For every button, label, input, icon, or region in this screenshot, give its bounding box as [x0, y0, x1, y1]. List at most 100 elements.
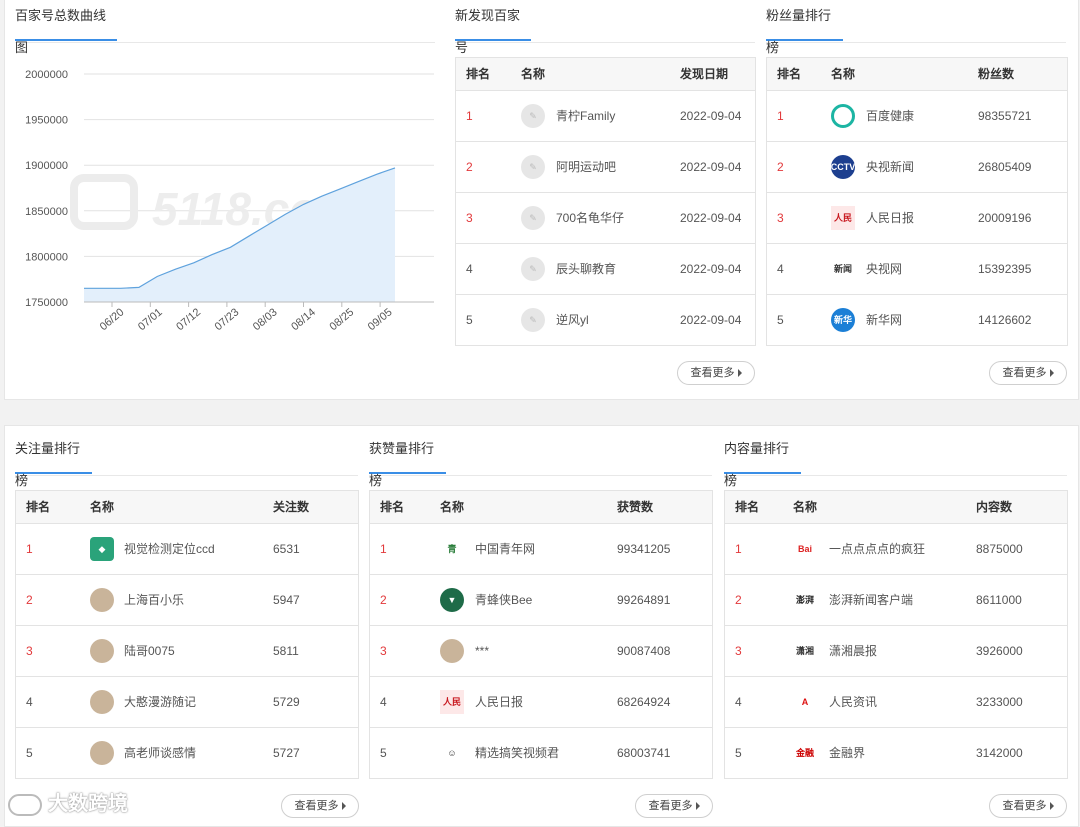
table-header: 排名 名称 获赞数: [370, 491, 712, 524]
account-name-link[interactable]: 人民日报: [475, 677, 523, 727]
chart-section: 百家号总数曲线图: [15, 0, 435, 55]
header-rank: 排名: [466, 67, 491, 81]
table-row[interactable]: 3 人民 人民日报 20009196: [767, 193, 1067, 244]
chart-x-axis: 06/20 07/01 07/12 07/23 08/03 08/14 08/25 09/05: [84, 301, 434, 333]
play-arrow-icon: [737, 369, 742, 378]
table-row[interactable]: 1 青 中国青年网 99341205: [370, 524, 712, 575]
like-rank-section: 获赞量排行榜: [369, 433, 712, 488]
account-name-link[interactable]: 青柠Family: [556, 91, 615, 141]
header-rank: 排名: [735, 500, 760, 514]
table-row[interactable]: 4 A 人民资讯 3233000: [725, 677, 1067, 728]
default-avatar-icon: ✎: [521, 104, 545, 128]
new-discover-more-button[interactable]: 查看更多: [677, 361, 755, 385]
table-row[interactable]: 4 新闻 央视网 15392395: [767, 244, 1067, 295]
peoples-daily-logo: 人民: [831, 206, 855, 230]
header-name: 名称: [440, 500, 465, 514]
table-row[interactable]: 1 ◆ 视觉检测定位ccd 6531: [16, 524, 358, 575]
rank-number: 1: [777, 109, 784, 123]
account-name-link[interactable]: ***: [475, 626, 489, 676]
table-row[interactable]: 2 CCTV 央视新闻 26805409: [767, 142, 1067, 193]
table-row[interactable]: 3 潇湘 潇湘晨报 3926000: [725, 626, 1067, 677]
table-row[interactable]: 5 ☺ 精选搞笑视频君 68003741: [370, 728, 712, 778]
table-row[interactable]: 2 澎湃 澎湃新闻客户端 8611000: [725, 575, 1067, 626]
account-name-link[interactable]: 央视网: [866, 244, 902, 294]
header-rank: 排名: [777, 67, 802, 81]
thepaper-logo: 澎湃: [793, 588, 817, 612]
y-tick-label: 1850000: [25, 206, 68, 218]
header-metric: 关注数: [273, 500, 310, 514]
fans-rank-more-button[interactable]: 查看更多: [989, 361, 1067, 385]
x-tick-label: 08/03: [251, 306, 280, 333]
table-row[interactable]: 4 人民 人民日报 68264924: [370, 677, 712, 728]
metric-value: 5729: [273, 695, 300, 709]
table-row[interactable]: 3 陆哥0075 5811: [16, 626, 358, 677]
account-name-link[interactable]: 潇湘晨报: [829, 626, 877, 676]
table-row[interactable]: 2 ▼ 青蜂侠Bee 99264891: [370, 575, 712, 626]
metric-value: 68003741: [617, 746, 671, 760]
account-name-link[interactable]: 陆哥0075: [124, 626, 175, 676]
account-name-link[interactable]: 一点点点点的疯狂: [829, 524, 925, 574]
rank-number: 3: [777, 211, 784, 225]
account-name-link[interactable]: 辰头聊教育: [556, 244, 616, 294]
table-row[interactable]: 3 ✎ 700名龟华仔 2022-09-04: [456, 193, 755, 244]
content-rank-more-button[interactable]: 查看更多: [989, 794, 1067, 818]
rank-number: 4: [26, 695, 33, 709]
like-rank-table: 排名 名称 获赞数 1 青 中国青年网 99341205 2 ▼ 青蜂侠Bee …: [369, 490, 713, 779]
account-name-link[interactable]: 精选搞笑视频君: [475, 728, 559, 778]
account-name-link[interactable]: 澎湃新闻客户端: [829, 575, 913, 625]
total-count-chart: 2000000 1950000 1900000 1850000 1800000 17500…: [25, 69, 434, 333]
rank-number: 1: [466, 109, 473, 123]
account-name-link[interactable]: 金融界: [829, 728, 865, 778]
watermark-logo-icon: [8, 793, 42, 816]
metric-value: 99341205: [617, 542, 671, 556]
account-name-link[interactable]: 逆风yl: [556, 295, 589, 345]
table-row[interactable]: 5 金融 金融界 3142000: [725, 728, 1067, 778]
account-name-link[interactable]: 人民日报: [866, 193, 914, 243]
follow-rank-more-button[interactable]: 查看更多: [281, 794, 359, 818]
x-tick-label: 07/01: [136, 306, 165, 333]
table-row[interactable]: 1 ✎ 青柠Family 2022-09-04: [456, 91, 755, 142]
table-row[interactable]: 5 ✎ 逆风yl 2022-09-04: [456, 295, 755, 345]
account-name-link[interactable]: 阿明运动吧: [556, 142, 616, 192]
table-row[interactable]: 4 大憨漫游随记 5729: [16, 677, 358, 728]
account-name-link[interactable]: 700名龟华仔: [556, 193, 624, 243]
rank-number: 1: [26, 542, 33, 556]
table-row[interactable]: 1 百度健康 98355721: [767, 91, 1067, 142]
account-name-link[interactable]: 青蜂侠Bee: [475, 575, 532, 625]
account-name-link[interactable]: 人民资讯: [829, 677, 877, 727]
cartoon-avatar-icon: ☺: [440, 741, 464, 765]
cctv-news-logo: CCTV: [831, 155, 855, 179]
table-row[interactable]: 1 Bai 一点点点点的疯狂 8875000: [725, 524, 1067, 575]
table-row[interactable]: 5 新华 新华网 14126602: [767, 295, 1067, 345]
metric-value: 26805409: [978, 160, 1032, 174]
account-name-link[interactable]: 新华网: [866, 295, 902, 345]
vision-logo: ◆: [90, 537, 114, 561]
account-name-link[interactable]: 央视新闻: [866, 142, 914, 192]
table-row[interactable]: 5 高老师谈感情 5727: [16, 728, 358, 778]
metric-value: 15392395: [978, 262, 1032, 276]
xiaoxiang-logo: 潇湘: [793, 639, 817, 663]
avatar-icon: [90, 588, 114, 612]
account-name-link[interactable]: 视觉检测定位ccd: [124, 524, 215, 574]
table-row[interactable]: 4 ✎ 辰头聊教育 2022-09-04: [456, 244, 755, 295]
y-tick-label: 1750000: [25, 297, 68, 309]
account-name-link[interactable]: 上海百小乐: [124, 575, 184, 625]
account-name-link[interactable]: 中国青年网: [475, 524, 535, 574]
default-avatar-icon: ✎: [521, 206, 545, 230]
metric-value: 8611000: [976, 593, 1022, 607]
metric-value: 3142000: [976, 746, 1023, 760]
table-row[interactable]: 2 上海百小乐 5947: [16, 575, 358, 626]
account-name-link[interactable]: 大憨漫游随记: [124, 677, 196, 727]
avatar-icon: [90, 741, 114, 765]
cctv-net-logo: 新闻: [831, 257, 855, 281]
table-row[interactable]: 3 *** 90087408: [370, 626, 712, 677]
y-tick-label: 1800000: [25, 251, 68, 263]
account-name-link[interactable]: 高老师谈感情: [124, 728, 196, 778]
account-name-link[interactable]: 百度健康: [866, 91, 914, 141]
avatar-icon: [90, 690, 114, 714]
table-row[interactable]: 2 ✎ 阿明运动吧 2022-09-04: [456, 142, 755, 193]
table-header: 排名 名称 内容数: [725, 491, 1067, 524]
like-rank-more-button[interactable]: 查看更多: [635, 794, 713, 818]
new-discover-title: 新发现百家号: [455, 0, 755, 55]
metric-value: 2022-09-04: [680, 262, 742, 276]
